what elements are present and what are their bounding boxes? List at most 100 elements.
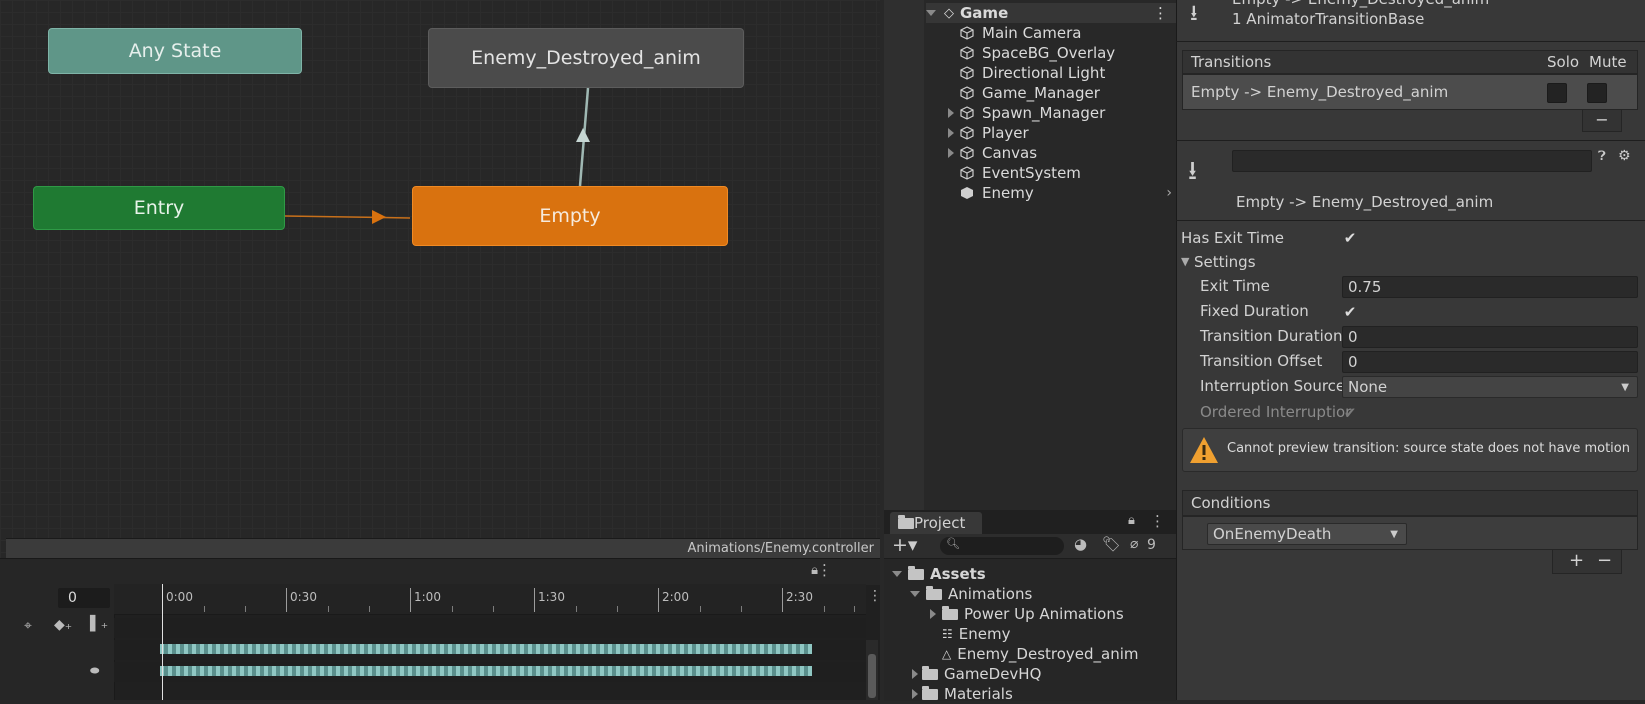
hierarchy-item[interactable]: SpaceBG_Overlay <box>960 43 1115 63</box>
enemy-destroyed-node[interactable]: Enemy_Destroyed_anim <box>428 28 744 88</box>
hierarchy-gutter <box>884 0 924 510</box>
timeline-controls: 0 ⌖ ◆₊ ▌₊ ⬬ <box>0 584 115 700</box>
gear-icon[interactable]: ⚙ <box>1618 148 1631 164</box>
tree-materials[interactable]: Materials <box>922 684 1013 704</box>
filter-type-icon[interactable]: ◕ <box>1074 535 1087 553</box>
transition-header-icon: ⭳ <box>1190 1 1198 26</box>
search-input[interactable]: 🔍︎ <box>940 537 1064 555</box>
gameobject-cube-icon <box>960 106 974 120</box>
expand-arrow-icon[interactable] <box>948 108 954 118</box>
tree-enemy-controller[interactable]: ☷ Enemy <box>942 624 1010 644</box>
animator-controller-icon: ☷ <box>942 627 953 641</box>
transition-row-label: Empty -> Enemy_Destroyed_anim <box>1191 83 1449 101</box>
hierarchy-item[interactable]: EventSystem <box>960 163 1081 183</box>
folder-icon <box>922 685 938 700</box>
scene-menu-icon[interactable]: ⋮ <box>1153 4 1168 22</box>
expand-arrow-icon[interactable] <box>892 571 902 577</box>
transition-duration-input[interactable]: 0 <box>1342 326 1638 348</box>
remove-transition-button[interactable]: − <box>1582 110 1622 132</box>
tick-5: 2:30 <box>786 590 813 604</box>
lock-icon[interactable]: 🔒︎ <box>1128 513 1135 528</box>
warning-text: Cannot preview transition: source state … <box>1227 441 1630 456</box>
animation-clip-icon: △ <box>942 647 952 661</box>
hierarchy-item[interactable]: Canvas <box>960 143 1037 163</box>
tree-assets[interactable]: Assets <box>892 564 986 584</box>
exit-time-input[interactable]: 0.75 <box>1342 276 1638 298</box>
add-event-icon[interactable]: ▌₊ <box>90 616 108 632</box>
folder-icon <box>922 665 938 680</box>
tab-project[interactable]: Project <box>890 512 982 534</box>
time-ruler[interactable]: 0:00 0:30 1:00 1:30 2:00 2:30 <box>114 584 866 615</box>
add-condition-button[interactable]: + <box>1569 550 1584 571</box>
conditions-header: Conditions <box>1182 490 1638 516</box>
hierarchy-item-selected[interactable]: Enemy › <box>960 183 1172 203</box>
condition-parameter-dropdown[interactable]: OnEnemyDeath ▼ <box>1207 523 1407 545</box>
solo-checkbox[interactable] <box>1547 83 1567 103</box>
expand-arrow-icon[interactable] <box>912 689 918 699</box>
create-plus-icon[interactable]: +▾ <box>892 534 917 556</box>
timeline-menu-icon[interactable]: ⋮ <box>868 588 882 604</box>
any-state-node[interactable]: Any State <box>48 28 302 74</box>
transition-list-row[interactable]: Empty -> Enemy_Destroyed_anim <box>1182 74 1638 110</box>
hidden-packages-icon[interactable]: ⌀ <box>1130 536 1138 552</box>
hierarchy-item-label: EventSystem <box>982 164 1081 182</box>
chevron-right-icon[interactable]: › <box>1166 185 1172 201</box>
tree-animations[interactable]: Animations <box>910 584 1032 604</box>
hierarchy-item[interactable]: Spawn_Manager <box>960 103 1105 123</box>
panel-menu-icon[interactable]: ⋮ <box>1150 512 1165 530</box>
label-tag-icon[interactable]: 🏷︎ <box>1102 535 1121 553</box>
summary-track[interactable] <box>114 618 866 638</box>
expand-arrow-icon[interactable] <box>948 148 954 158</box>
mute-checkbox[interactable] <box>1587 83 1607 103</box>
expand-arrow-icon[interactable] <box>910 591 920 597</box>
interruption-source-dropdown[interactable]: None ▼ <box>1342 376 1638 398</box>
fixed-duration-label: Fixed Duration <box>1200 302 1309 320</box>
top-title: Empty -> Enemy_Destroyed_anim <box>1232 0 1489 8</box>
transition-name-field[interactable] <box>1232 150 1592 172</box>
tree-label: Materials <box>944 685 1013 703</box>
gameobject-cube-icon <box>960 86 974 100</box>
help-icon[interactable]: ❓︎ <box>1598 149 1606 164</box>
hierarchy-item[interactable]: Player <box>960 123 1029 143</box>
hierarchy-item-label: Player <box>982 124 1029 142</box>
scene-row-game[interactable]: ◇ Game ⋮ <box>926 3 1176 23</box>
tick-1: 0:30 <box>290 590 317 604</box>
condition-row[interactable]: OnEnemyDeath ▼ <box>1182 516 1638 550</box>
expand-arrow-icon[interactable] <box>912 669 918 679</box>
search-icon: 🔍︎ <box>946 537 960 550</box>
tree-enemy-destroyed-anim[interactable]: △ Enemy_Destroyed_anim <box>942 644 1139 664</box>
folder-icon <box>942 605 958 620</box>
empty-state-node[interactable]: Empty <box>412 186 728 246</box>
hierarchy-item[interactable]: Game_Manager <box>960 83 1100 103</box>
expand-arrow-icon[interactable] <box>926 10 936 16</box>
playhead[interactable] <box>162 584 163 700</box>
has-exit-time-checkbox[interactable]: ✔ <box>1342 229 1358 247</box>
frame-field[interactable]: 0 <box>58 588 110 608</box>
remove-condition-button[interactable]: − <box>1597 550 1612 571</box>
hierarchy-item[interactable]: Main Camera <box>960 23 1081 43</box>
enemy-destroyed-label: Enemy_Destroyed_anim <box>471 47 701 69</box>
tree-power-up-animations[interactable]: Power Up Animations <box>942 604 1124 624</box>
expand-arrow-icon[interactable] <box>948 128 954 138</box>
add-keyframe-icon[interactable]: ◆₊ <box>54 617 72 633</box>
animator-graph[interactable]: Any State Enemy_Destroyed_anim Entry Emp… <box>0 0 880 558</box>
settings-foldout-arrow-icon[interactable]: ▼ <box>1181 255 1189 268</box>
hierarchy-item[interactable]: Directional Light <box>960 63 1105 83</box>
expand-arrow-icon[interactable] <box>930 609 936 619</box>
add-event-target-icon[interactable]: ⌖ <box>24 618 32 634</box>
transition-offset-input[interactable]: 0 <box>1342 351 1638 373</box>
keyframes-row-2[interactable] <box>160 666 812 676</box>
hierarchy-item-label: Canvas <box>982 144 1038 162</box>
hierarchy-item-label: Game_Manager <box>982 84 1100 102</box>
tree-label: Power Up Animations <box>964 605 1124 623</box>
keyframes-row-1[interactable] <box>160 644 812 654</box>
tree-label: Animations <box>948 585 1033 603</box>
tree-gamedevhq[interactable]: GameDevHQ <box>922 664 1041 684</box>
settings-label[interactable]: Settings <box>1194 253 1256 271</box>
more-menu-icon[interactable]: ⋮ <box>817 561 832 579</box>
gameobject-cube-icon <box>960 146 974 160</box>
curve-toggle-icon[interactable]: ⬬ <box>90 664 99 678</box>
entry-node[interactable]: Entry <box>33 186 285 230</box>
timeline-scrollbar[interactable] <box>866 640 878 700</box>
fixed-duration-checkbox[interactable]: ✔ <box>1342 303 1358 321</box>
